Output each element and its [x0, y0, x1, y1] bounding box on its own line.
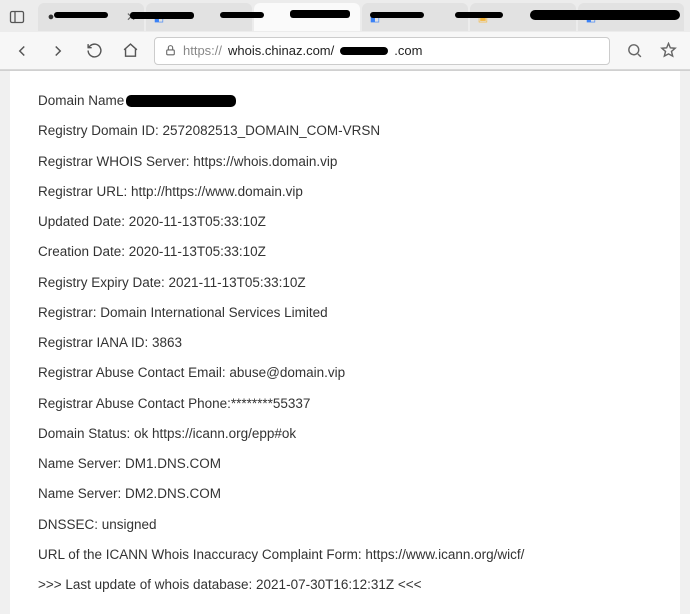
- whois-line: Registrar Abuse Contact Email: abuse@dom…: [38, 363, 652, 383]
- back-button[interactable]: [10, 39, 34, 63]
- address-bar[interactable]: https:// whois.chinaz.com/ .com: [154, 37, 610, 65]
- whois-line: Updated Date: 2020-11-13T05:33:10Z: [38, 212, 652, 232]
- whois-line: Registry Domain ID: 2572082513_DOMAIN_CO…: [38, 121, 652, 141]
- forward-button[interactable]: [46, 39, 70, 63]
- url-host: whois.chinaz.com/: [228, 43, 334, 58]
- redaction: [54, 12, 108, 18]
- whois-line: Registrar WHOIS Server: https://whois.do…: [38, 152, 652, 172]
- redaction: [220, 12, 264, 18]
- whois-line: Name Server: DM1.DNS.COM: [38, 454, 652, 474]
- whois-line: >>> Last update of whois database: 2021-…: [38, 575, 652, 595]
- toolbar-right: [622, 39, 680, 63]
- tab-bar: ● ✕ ◧ ◧ ▣ ◧: [0, 0, 690, 32]
- redaction: [290, 10, 350, 18]
- lock-icon: [163, 44, 177, 58]
- reload-button[interactable]: [82, 39, 106, 63]
- redaction: [340, 47, 388, 55]
- browser-chrome: ● ✕ ◧ ◧ ▣ ◧: [0, 0, 690, 71]
- whois-line: Creation Date: 2020-11-13T05:33:10Z: [38, 242, 652, 262]
- redaction: [370, 12, 424, 18]
- url-suffix: .com: [394, 43, 422, 58]
- redaction: [530, 10, 680, 20]
- whois-line: Registrar IANA ID: 3863: [38, 333, 652, 353]
- zoom-icon[interactable]: [622, 39, 646, 63]
- url-scheme: https://: [183, 43, 222, 58]
- whois-line: Name Server: DM2.DNS.COM: [38, 484, 652, 504]
- redaction: [126, 95, 236, 107]
- redaction: [455, 12, 503, 18]
- whois-line: Registrar Abuse Contact Phone:********55…: [38, 394, 652, 414]
- whois-line: Registry Expiry Date: 2021-11-13T05:33:1…: [38, 273, 652, 293]
- whois-line: Domain Status: ok https://icann.org/epp#…: [38, 424, 652, 444]
- favorite-icon[interactable]: [656, 39, 680, 63]
- whois-field: Domain Name: [38, 93, 124, 108]
- page-content: Domain Name Registry Domain ID: 25720825…: [10, 71, 680, 614]
- whois-line: Domain Name: [38, 91, 652, 111]
- whois-line: DNSSEC: unsigned: [38, 515, 652, 535]
- whois-line: URL of the ICANN Whois Inaccuracy Compla…: [38, 545, 652, 565]
- redaction: [130, 12, 194, 19]
- whois-line: Registrar: Domain International Services…: [38, 303, 652, 323]
- home-button[interactable]: [118, 39, 142, 63]
- whois-line: Registrar URL: http://https://www.domain…: [38, 182, 652, 202]
- content-area: Domain Name Registry Domain ID: 25720825…: [0, 71, 690, 614]
- window-panel-icon[interactable]: [6, 6, 28, 28]
- browser-toolbar: https:// whois.chinaz.com/ .com: [0, 32, 690, 70]
